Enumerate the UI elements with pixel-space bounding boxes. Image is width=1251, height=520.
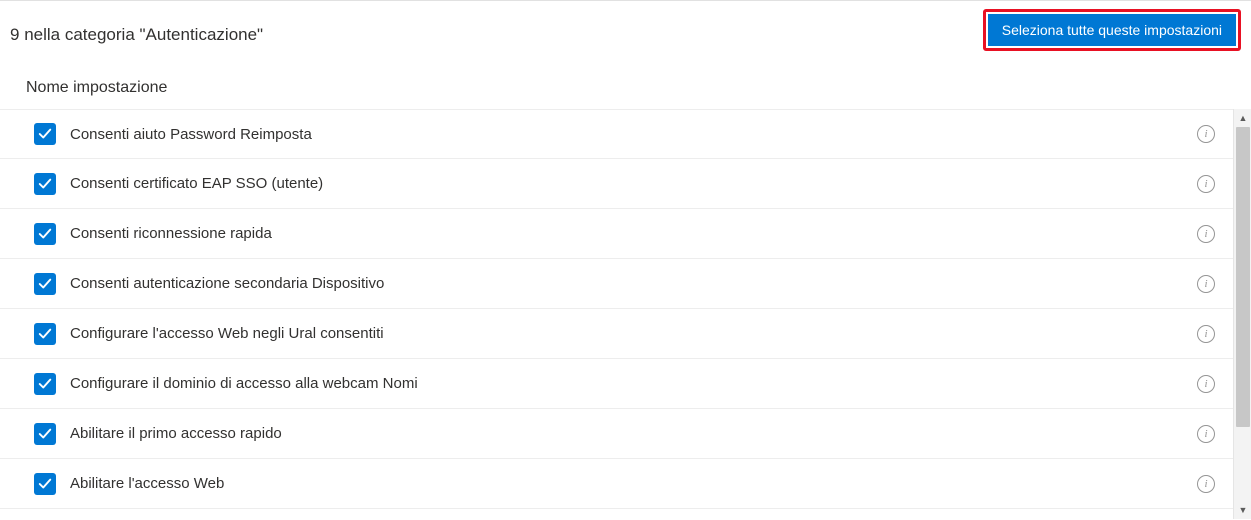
table-row[interactable]: Configurare il dominio di accesso alla w… (0, 359, 1233, 409)
setting-name: Abilitare l'accesso Web (70, 475, 1187, 492)
setting-name: Configurare il dominio di accesso alla w… (70, 375, 1187, 392)
info-icon[interactable]: i (1197, 325, 1215, 343)
setting-name: Consenti riconnessione rapida (70, 225, 1187, 242)
check-icon (38, 127, 52, 141)
scrollbar[interactable]: ▲ ▼ (1233, 109, 1251, 519)
info-icon[interactable]: i (1197, 125, 1215, 143)
result-count: 9 (10, 25, 19, 44)
info-icon[interactable]: i (1197, 175, 1215, 193)
select-all-button[interactable]: Seleziona tutte queste impostazioni (988, 14, 1236, 46)
scroll-down-button[interactable]: ▼ (1234, 501, 1251, 519)
setting-name: Configurare l'accesso Web negli Ural con… (70, 325, 1187, 342)
setting-name: Consenti autenticazione secondaria Dispo… (70, 275, 1187, 292)
scroll-up-button[interactable]: ▲ (1234, 109, 1251, 127)
row-checkbox[interactable] (34, 173, 56, 195)
select-all-highlight: Seleziona tutte queste impostazioni (983, 9, 1241, 51)
column-header-setting-name: Nome impostazione (0, 57, 1251, 109)
table-row[interactable]: Consenti certificato EAP SSO (utente) i (0, 159, 1233, 209)
info-icon[interactable]: i (1197, 375, 1215, 393)
row-checkbox[interactable] (34, 473, 56, 495)
row-checkbox[interactable] (34, 273, 56, 295)
category-label: nella categoria "Autenticazione" (24, 25, 263, 44)
setting-name: Consenti certificato EAP SSO (utente) (70, 175, 1187, 192)
info-icon[interactable]: i (1197, 475, 1215, 493)
setting-name: Abilitare il primo accesso rapido (70, 425, 1187, 442)
row-checkbox[interactable] (34, 223, 56, 245)
row-checkbox[interactable] (34, 123, 56, 145)
row-checkbox[interactable] (34, 323, 56, 345)
check-icon (38, 177, 52, 191)
settings-list-wrapper: Consenti aiuto Password Reimposta i Cons… (0, 109, 1251, 519)
check-icon (38, 377, 52, 391)
info-icon[interactable]: i (1197, 225, 1215, 243)
settings-list: Consenti aiuto Password Reimposta i Cons… (0, 109, 1233, 519)
settings-picker-panel: 9 nella categoria "Autenticazione" Selez… (0, 0, 1251, 520)
table-row[interactable]: Consenti aiuto Password Reimposta i (0, 109, 1233, 159)
check-icon (38, 277, 52, 291)
top-bar: 9 nella categoria "Autenticazione" Selez… (0, 1, 1251, 57)
info-icon[interactable]: i (1197, 275, 1215, 293)
category-summary: 9 nella categoria "Autenticazione" (10, 15, 263, 45)
table-row[interactable]: Configurare l'accesso Web negli Ural con… (0, 309, 1233, 359)
check-icon (38, 427, 52, 441)
table-row[interactable]: Consenti autenticazione secondaria Dispo… (0, 259, 1233, 309)
table-row[interactable]: Abilitare il primo accesso rapido i (0, 409, 1233, 459)
row-checkbox[interactable] (34, 373, 56, 395)
check-icon (38, 227, 52, 241)
table-row[interactable]: Abilitare l'accesso Web i (0, 459, 1233, 509)
check-icon (38, 327, 52, 341)
check-icon (38, 477, 52, 491)
setting-name: Consenti aiuto Password Reimposta (70, 126, 1187, 143)
scroll-thumb[interactable] (1236, 127, 1250, 427)
table-row[interactable]: Consenti riconnessione rapida i (0, 209, 1233, 259)
row-checkbox[interactable] (34, 423, 56, 445)
info-icon[interactable]: i (1197, 425, 1215, 443)
